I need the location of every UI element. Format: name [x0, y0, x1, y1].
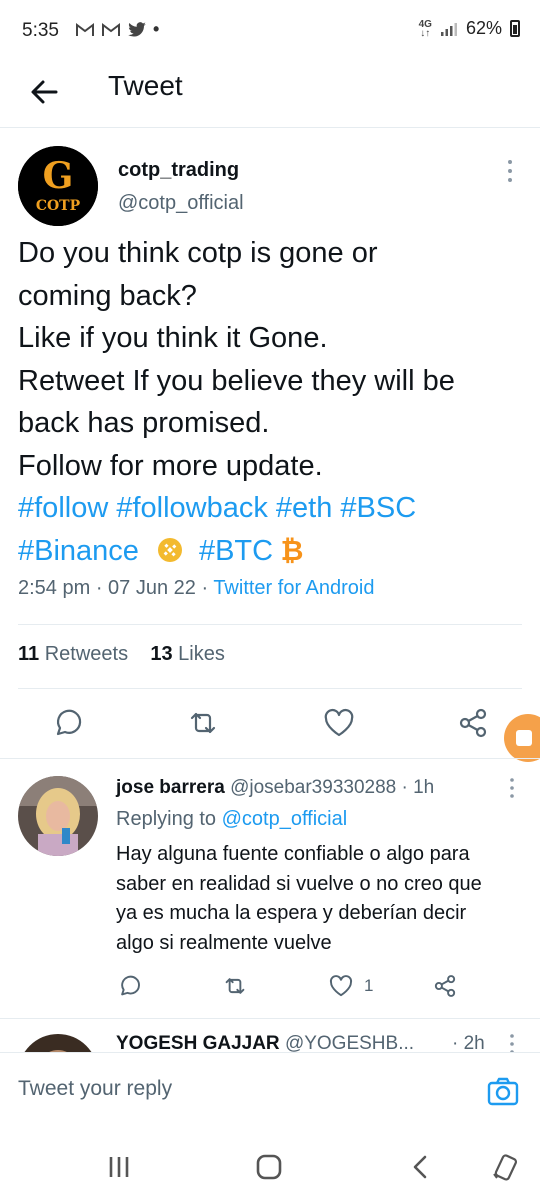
battery-percent: 62%: [465, 18, 502, 38]
like-button[interactable]: [322, 706, 356, 740]
tweet-line: back has promised.: [18, 407, 270, 439]
tweet-body: Do you think cotp is gone or coming back…: [18, 232, 528, 572]
reply-handle: @YOGESHB...: [284, 1033, 415, 1054]
tweet-meta: 2:54 pm · 07 Jun 22 · Twitter for Androi…: [18, 577, 375, 600]
top-bar: Tweet: [0, 62, 540, 128]
home-button[interactable]: [254, 1152, 284, 1182]
reply-icon: [121, 975, 140, 996]
tweet-line: Like if you think it Gone.: [18, 322, 328, 354]
camera-button[interactable]: [486, 1075, 520, 1109]
reply-text: Hay alguna fuente confiable o algo para …: [116, 843, 482, 954]
recents-button[interactable]: [104, 1152, 134, 1182]
tweet-line: coming back?: [18, 279, 197, 312]
status-bar: 5:35 • 4G ↓↑ 62%: [0, 0, 540, 62]
svg-text:G: G: [43, 155, 74, 197]
hashtag-line[interactable]: #follow #followback #eth #BSC: [18, 487, 528, 530]
gmail-icon: [76, 22, 94, 36]
divider: [0, 758, 540, 759]
system-indicators: 4G ↓↑ 62%: [419, 18, 520, 39]
hashtag-btc[interactable]: #BTC: [199, 535, 273, 567]
tweet-line: Follow for more update.: [18, 449, 323, 482]
more-vertical-icon: [510, 778, 514, 798]
tweet-timestamp: 2:54 pm · 07 Jun 22 ·: [18, 577, 214, 599]
dot-icon: •: [153, 19, 160, 39]
svg-text:COTP: COTP: [36, 198, 81, 214]
likes-stat[interactable]: 13 Likes: [150, 643, 225, 665]
more-vertical-icon: [508, 160, 512, 182]
page-title: Tweet: [108, 70, 183, 101]
tweet-stats: 11 Retweets 13 Likes: [18, 643, 225, 666]
reply-share-button[interactable]: [432, 973, 458, 999]
cotp-logo: G COTP: [18, 146, 98, 226]
reply-avatar[interactable]: [18, 776, 98, 856]
user-photo: [18, 776, 98, 856]
gmail-icon: [102, 22, 120, 36]
rotate-button[interactable]: [490, 1152, 520, 1182]
video-icon: [516, 730, 532, 746]
notification-icons: •: [75, 19, 159, 40]
heart-icon: [329, 975, 353, 997]
system-nav-bar: [0, 1130, 540, 1200]
retweets-stat[interactable]: 11 Retweets: [18, 643, 128, 665]
svg-text:₿: ₿: [281, 535, 303, 565]
back-arrow-icon: [31, 80, 58, 104]
reply-input[interactable]: Tweet your reply: [18, 1077, 172, 1101]
retweet-icon: [225, 978, 245, 994]
divider: [18, 688, 522, 689]
reply-retweet-button[interactable]: [222, 973, 248, 999]
reply-like-button[interactable]: [328, 973, 354, 999]
share-icon: [459, 708, 487, 738]
battery-icon: [510, 20, 520, 37]
tweet-source-link[interactable]: Twitter for Android: [213, 577, 374, 599]
share-button[interactable]: [456, 706, 490, 740]
network-indicator: 4G ↓↑: [418, 18, 432, 39]
reply-icon: [56, 709, 82, 736]
hashtag-binance[interactable]: #Binance: [18, 535, 139, 567]
reply-button[interactable]: [50, 706, 84, 740]
bitcoin-emoji-icon: ₿: [281, 535, 303, 565]
reply-handle: @josebar39330288 · 1h: [230, 777, 435, 798]
status-time: 5:35: [22, 20, 59, 41]
divider: [18, 624, 522, 625]
back-nav-button[interactable]: [406, 1152, 436, 1182]
divider: [0, 1018, 540, 1019]
reply-reply-button[interactable]: [116, 973, 142, 999]
twitter-bird-icon: [128, 21, 146, 37]
home-icon: [256, 1154, 282, 1180]
share-icon: [434, 975, 456, 997]
tweet-line: Do you think cotp is gone or: [18, 237, 378, 269]
rotate-icon: [493, 1154, 518, 1181]
recents-icon: [109, 1157, 129, 1177]
replying-to-link[interactable]: @cotp_official: [222, 808, 348, 830]
reply-more-button[interactable]: [504, 777, 520, 799]
retweet-icon: [190, 712, 216, 734]
camera-icon: [487, 1077, 519, 1106]
back-button[interactable]: [26, 74, 62, 110]
floating-overlay-button[interactable]: [504, 714, 540, 762]
heart-icon: [324, 708, 354, 737]
reply-like-count: 1: [364, 976, 374, 995]
author-name[interactable]: cotp_trading: [118, 159, 239, 182]
replying-to: Replying to @cotp_official: [116, 808, 348, 830]
back-chevron-icon: [413, 1155, 427, 1179]
signal-icon: [440, 22, 457, 36]
author-avatar[interactable]: G COTP: [18, 146, 98, 226]
more-options-button[interactable]: [500, 158, 520, 184]
binance-emoji-icon: [157, 537, 182, 562]
reply-author[interactable]: jose barrera @josebar39330288 · 1h: [116, 777, 434, 799]
retweet-button[interactable]: [186, 706, 220, 740]
tweet-line: Retweet If you believe they will be: [18, 364, 455, 397]
author-handle[interactable]: @cotp_official: [118, 192, 244, 215]
reply-composer: Tweet your reply: [0, 1052, 540, 1130]
